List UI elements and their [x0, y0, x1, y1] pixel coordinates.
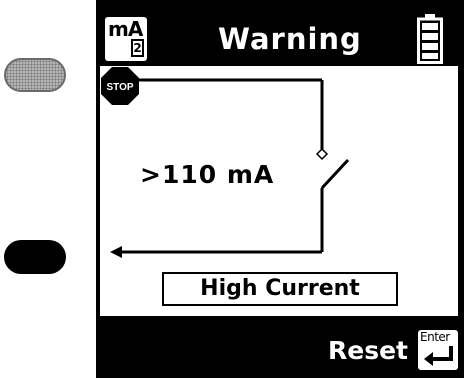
stop-sign-icon: STOP	[101, 67, 139, 105]
display-panel: >110 mA STOP High Current	[100, 66, 458, 316]
status-message: High Current	[162, 272, 398, 306]
stop-sign-label: STOP	[106, 82, 133, 93]
page-title: Warning	[218, 22, 362, 56]
mode-unit: mA	[108, 17, 143, 41]
current-reading: >110 mA	[140, 160, 275, 189]
enter-arrow-icon	[424, 346, 453, 366]
side-button-top[interactable]	[4, 58, 66, 92]
device-screen: mA 2 Warning >110 mA STOP High Current R…	[96, 0, 464, 378]
reset-action[interactable]: Reset Enter	[328, 330, 458, 370]
mode-subscript: 2	[131, 39, 144, 57]
enter-key-icon[interactable]: Enter	[418, 330, 458, 370]
reset-label: Reset	[328, 335, 408, 365]
header-bar: mA 2 Warning	[96, 0, 464, 66]
side-button-bottom[interactable]	[4, 240, 66, 274]
battery-icon	[417, 14, 443, 64]
mode-icon: mA 2	[105, 17, 147, 61]
